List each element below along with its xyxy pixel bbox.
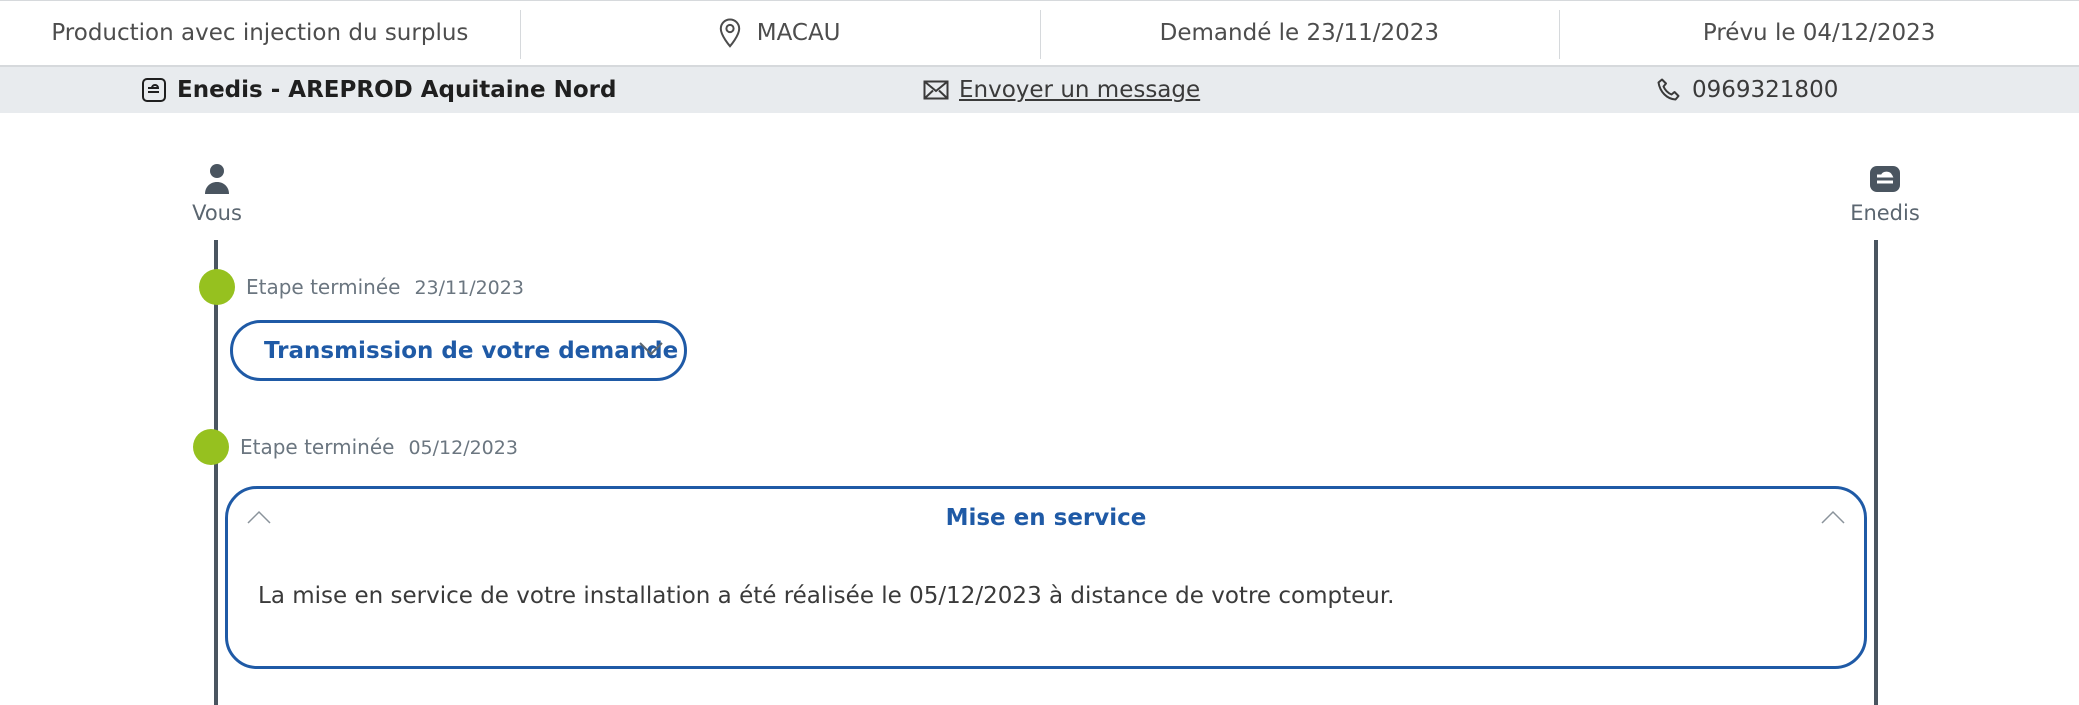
requested-date: Demandé le 23/11/2023 <box>1159 20 1440 46</box>
step-title: Mise en service <box>945 505 1147 531</box>
chevron-down-icon <box>639 342 663 356</box>
company-name: Enedis - AREPROD Aquitaine Nord <box>177 77 617 103</box>
step-description: La mise en service de votre installation… <box>258 583 1395 609</box>
step-transmission-toggle[interactable]: Transmission de votre demande <box>230 320 687 381</box>
user-icon <box>205 164 229 194</box>
timeline-rail-you <box>214 240 218 705</box>
step-mise-en-service-panel: Mise en service La mise en service de vo… <box>225 486 1867 669</box>
planned-date: Prévu le 04/12/2023 <box>1702 20 1936 46</box>
step-status-label: Etape terminée <box>246 275 401 299</box>
step-date: 23/11/2023 <box>414 277 524 299</box>
send-message-link[interactable]: Envoyer un message <box>959 77 1200 103</box>
production-type: Production avec injection du surplus <box>51 20 469 46</box>
actor-enedis-label: Enedis <box>1850 201 1920 225</box>
enedis-logo-icon <box>1870 166 1900 192</box>
actor-enedis: Enedis <box>1825 163 1945 225</box>
contact-strip: Enedis - AREPROD Aquitaine Nord Envoyer … <box>0 67 2079 113</box>
phone-contact: 0969321800 <box>1656 67 1838 113</box>
actor-you: Vous <box>157 163 277 225</box>
company-contact: Enedis - AREPROD Aquitaine Nord <box>141 67 616 113</box>
request-summary-bar: Production avec injection du surplus MAC… <box>0 0 2079 67</box>
step-status: Etape terminée 05/12/2023 <box>240 435 518 459</box>
step-completed-dot <box>199 269 235 305</box>
message-contact[interactable]: Envoyer un message <box>923 67 1200 113</box>
envelope-icon <box>923 80 949 100</box>
step-status-label: Etape terminée <box>240 435 395 459</box>
phone-number: 0969321800 <box>1692 77 1839 103</box>
planned-date-cell: Prévu le 04/12/2023 <box>1559 1 2079 65</box>
production-type-cell: Production avec injection du surplus <box>0 1 520 65</box>
step-completed-dot <box>193 429 229 465</box>
timeline-rail-enedis <box>1874 240 1878 705</box>
step-status: Etape terminée 23/11/2023 <box>246 275 524 299</box>
chevron-up-icon[interactable] <box>1820 509 1846 525</box>
requested-date-cell: Demandé le 23/11/2023 <box>1039 1 1560 65</box>
step-date: 05/12/2023 <box>408 437 518 459</box>
actor-you-label: Vous <box>192 201 242 225</box>
phone-icon <box>1657 78 1680 101</box>
map-pin-icon <box>719 18 740 48</box>
step-title: Transmission de votre demande <box>264 337 679 364</box>
location-cell: MACAU <box>519 1 1040 65</box>
city: MACAU <box>756 20 841 46</box>
enedis-logo-icon <box>142 78 166 102</box>
